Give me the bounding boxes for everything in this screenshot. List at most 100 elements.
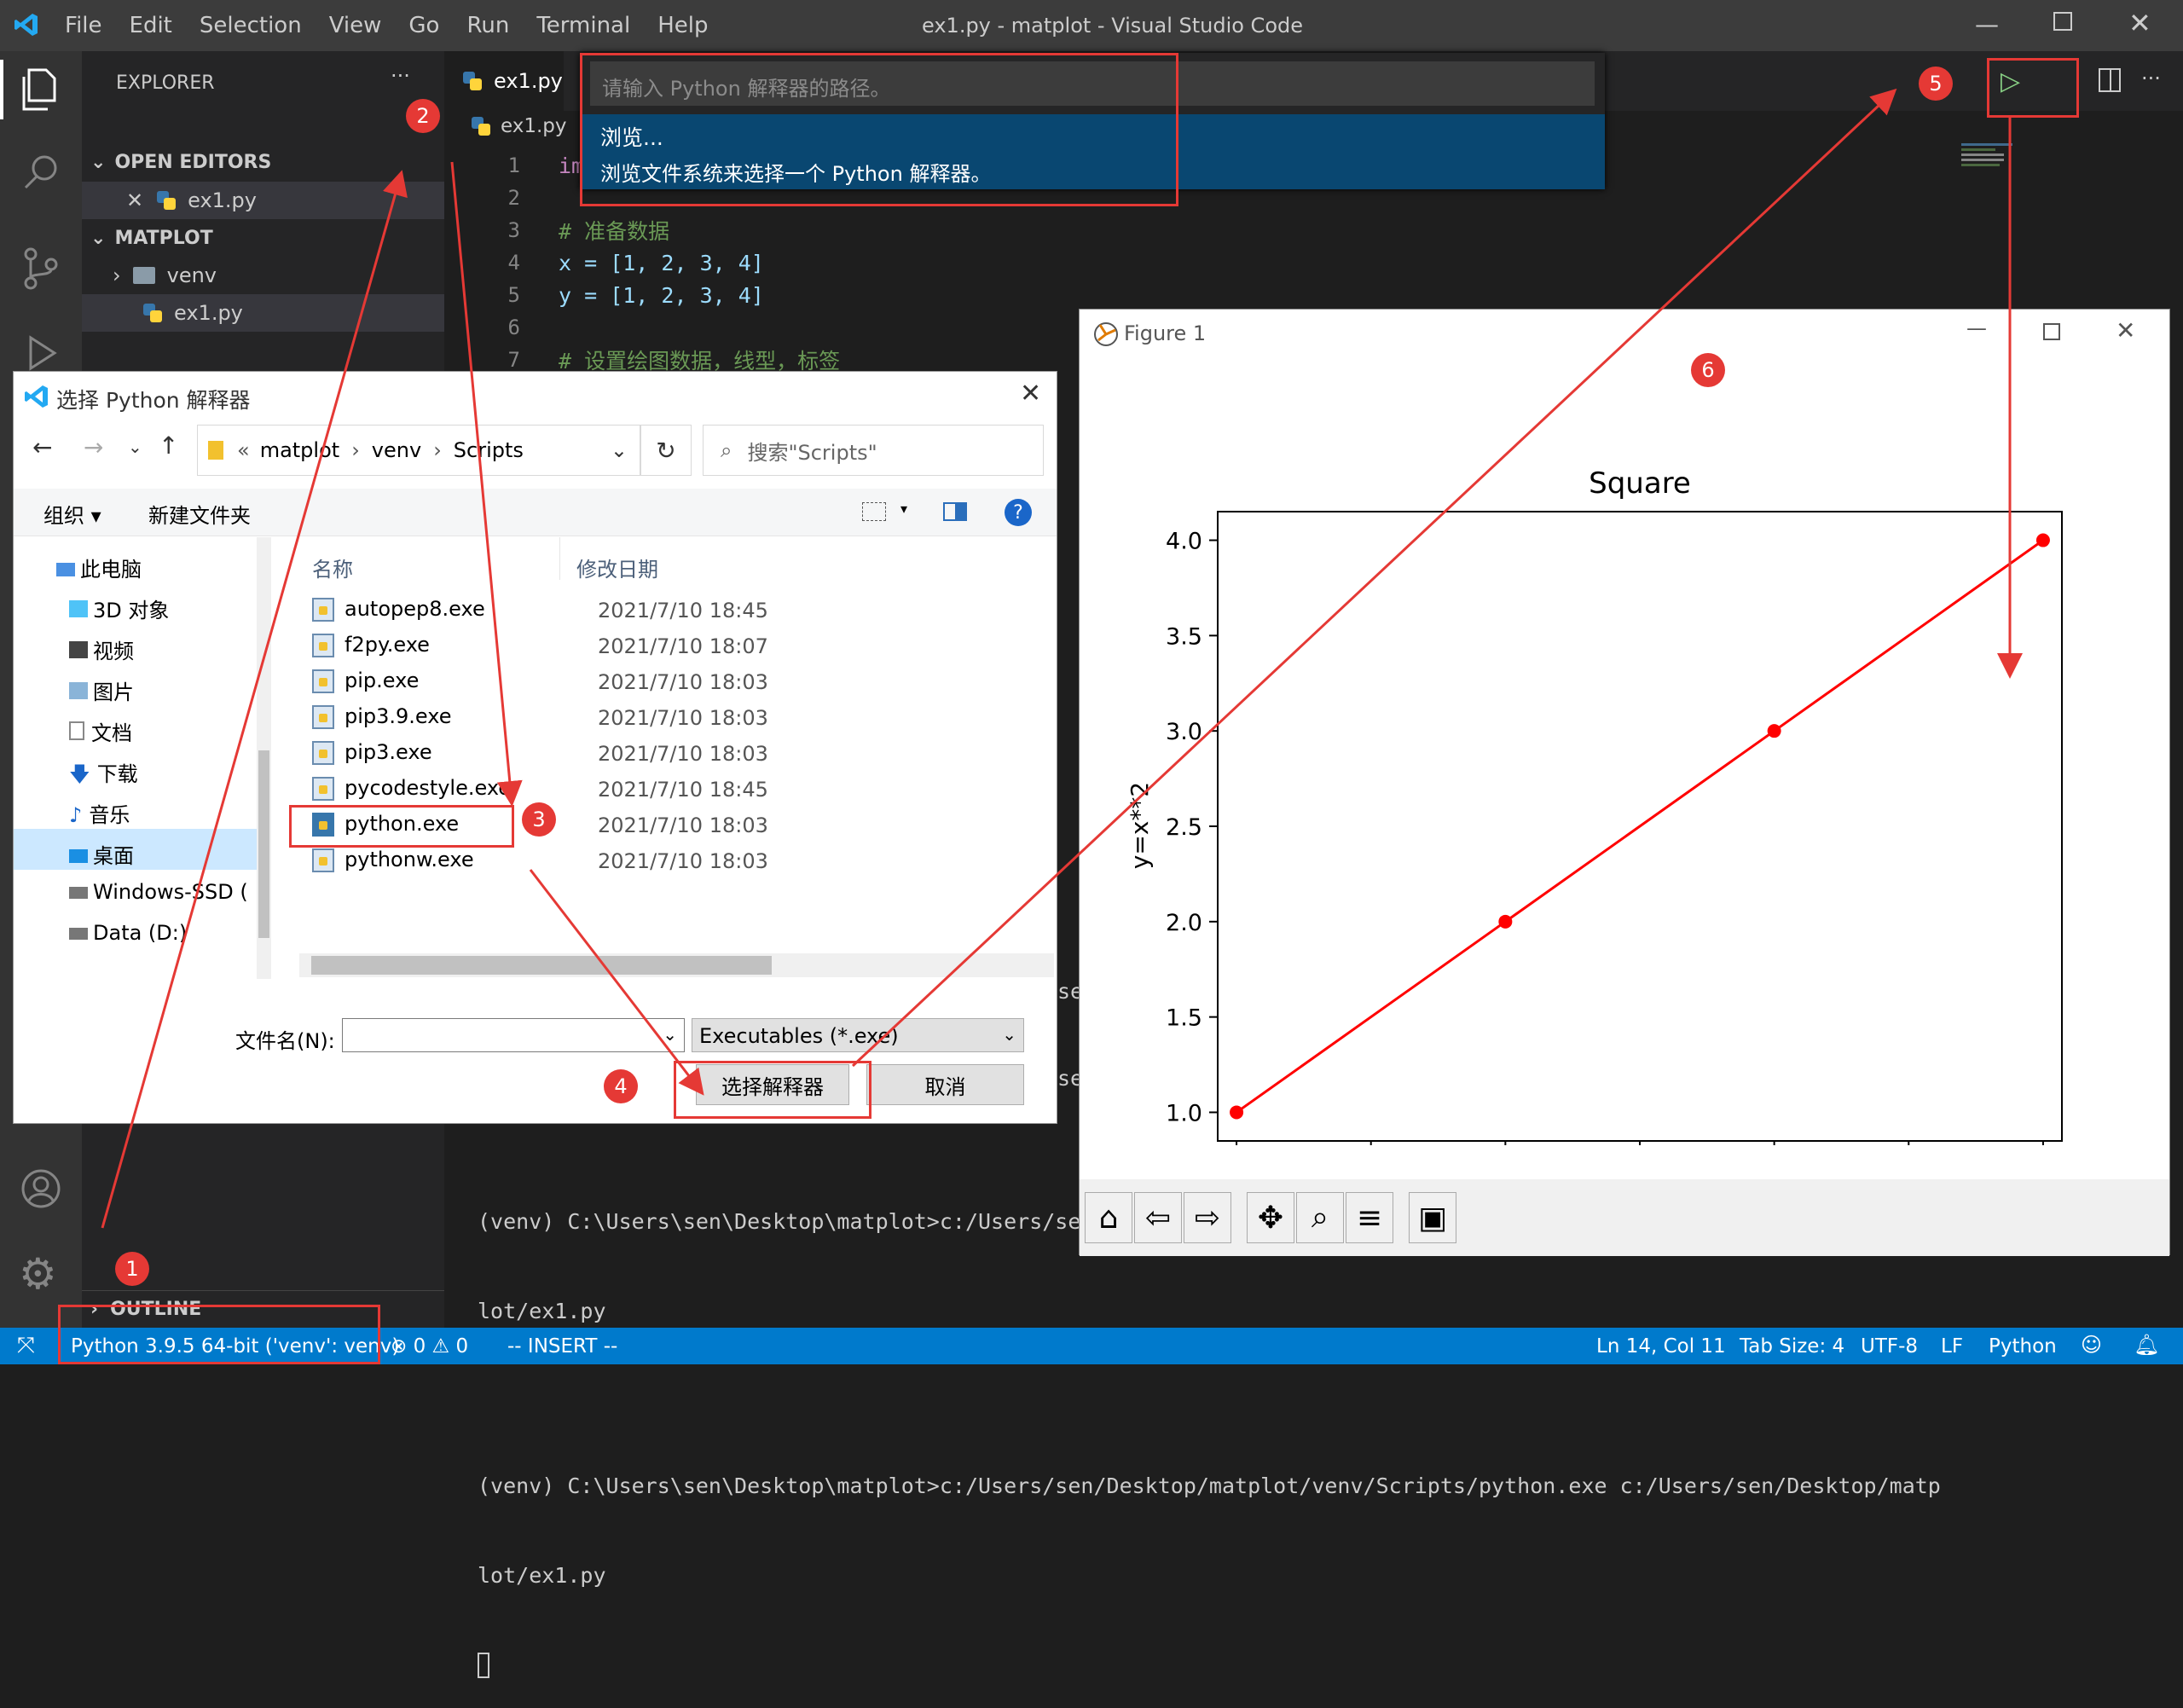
column-date-header[interactable]: 修改日期 [576,553,658,582]
home-icon[interactable]: ⌂ [1085,1192,1132,1243]
search-scripts-input[interactable]: ⌕ 搜索"Scripts" [703,425,1044,476]
file-row[interactable]: pycodestyle.exe 2021/7/10 18:45 [312,771,1054,807]
close-editor-icon[interactable]: ✕ [126,188,143,212]
menu-run[interactable]: Run [466,13,509,38]
open-editor-item[interactable]: ✕ ex1.py [82,182,444,219]
split-editor-icon[interactable] [2099,68,2121,92]
preview-pane-icon[interactable] [943,502,967,521]
path-prefix: « [237,438,250,462]
organize-button[interactable]: 组织 ▾ [43,499,101,529]
nav-documents[interactable]: 文档 [69,716,132,746]
nav-scrollbar[interactable] [257,537,271,979]
nav-3d-objects[interactable]: 3D 对象 [69,593,169,623]
path-segment[interactable]: venv [372,438,421,462]
figure-minimize-icon[interactable]: — [1966,316,1987,340]
annotation-box-status [58,1305,380,1364]
account-icon[interactable] [20,1168,61,1209]
chevron-down-icon[interactable]: ⌄ [611,438,628,462]
file-row[interactable]: pip.exe 2021/7/10 18:03 [312,663,1054,699]
nav-music[interactable]: ♪ 音乐 [69,798,130,828]
address-bar[interactable]: « matplot › venv › Scripts ⌄ [197,425,640,476]
menu-selection[interactable]: Selection [200,13,302,38]
file-row[interactable]: pip3.9.exe 2021/7/10 18:03 [312,699,1054,735]
nav-windows-ssd[interactable]: Windows-SSD ( [69,880,248,904]
filename-input[interactable]: ⌄ [342,1018,685,1052]
restore-icon[interactable] [2053,12,2072,31]
notifications-bell-icon[interactable]: 🔔︎ [2134,1333,2159,1357]
path-segment[interactable]: matplot [260,438,340,462]
menu-edit[interactable]: Edit [130,13,172,38]
minimize-icon[interactable]: — [1975,10,1999,38]
cursor-position[interactable]: Ln 14, Col 11 [1596,1335,1726,1358]
terminal-blank [478,1386,1944,1411]
chevron-down-icon[interactable]: ⌄ [663,1024,677,1045]
nav-pictures[interactable]: 图片 [69,675,134,705]
refresh-icon[interactable]: ↻ [640,425,692,476]
encoding[interactable]: UTF-8 [1861,1335,1918,1358]
minimap[interactable] [1961,141,2030,192]
nav-downloads[interactable]: 🡇 下载 [69,757,138,795]
help-icon[interactable]: ? [1005,499,1032,526]
back-arrow-icon[interactable]: ⇦ [1134,1192,1182,1243]
nav-this-pc[interactable]: 此电脑 [56,553,142,582]
figure-close-icon[interactable]: ✕ [2116,316,2135,344]
nav-desktop-selected[interactable]: 桌面 [14,829,261,870]
path-segment[interactable]: Scripts [454,438,524,462]
menu-view[interactable]: View [329,13,382,38]
run-debug-icon[interactable] [22,334,60,373]
end-of-line[interactable]: LF [1941,1335,1963,1358]
forward-arrow-icon[interactable]: ⇨ [1184,1192,1231,1243]
problems-status[interactable]: ⊗ 0 ⚠ 0 [391,1335,468,1358]
y-axis-label: y=x**2 [1126,782,1154,869]
nav-data-drive[interactable]: Data (D:) [69,921,187,945]
open-editors-section[interactable]: ⌄ OPEN EDITORS [82,143,444,181]
file-name: pycodestyle.exe [345,776,512,800]
dialog-close-icon[interactable]: ✕ [1020,379,1041,408]
zoom-icon[interactable]: ⌕ [1296,1192,1344,1243]
y-tick-label: 2.5 [1166,814,1202,841]
search-icon[interactable] [22,153,60,191]
figure-maximize-icon[interactable] [2043,323,2060,340]
up-icon[interactable]: ↑ [159,431,178,460]
settings-gear-icon[interactable]: ⚙ [19,1249,57,1299]
source-control-icon[interactable] [22,247,60,290]
forward-icon[interactable]: → [84,433,103,461]
new-folder-button[interactable]: 新建文件夹 [148,499,251,529]
recent-dropdown-icon[interactable]: ⌄ [128,437,142,457]
configure-subplots-icon[interactable]: ≡ [1346,1192,1393,1243]
file-row[interactable]: pip3.exe 2021/7/10 18:03 [312,735,1054,771]
close-icon[interactable]: ✕ [2128,7,2151,39]
file-type-select[interactable]: Executables (*.exe) ⌄ [692,1018,1024,1052]
tab-ex1[interactable]: ex1.py [444,51,564,111]
figure-window: Figure 1 — ✕ Square 1.0 1.5 2.0 2.5 3.0 3.5 4.… [1079,309,2170,1256]
back-icon[interactable]: ← [32,433,52,461]
tab-size[interactable]: Tab Size: 4 [1740,1335,1844,1358]
feedback-icon[interactable]: ☺ [2081,1333,2102,1357]
menu-help[interactable]: Help [657,13,708,38]
file-row[interactable]: pythonw.exe 2021/7/10 18:03 [312,842,1054,878]
filename-label: 文件名(N): [235,1029,335,1053]
tree-item-ex1[interactable]: ex1.py [82,294,444,332]
explorer-icon[interactable] [20,68,60,111]
folder-section[interactable]: ⌄ MATPLOT [82,219,444,257]
horizontal-scrollbar[interactable] [299,953,1054,977]
menu-file[interactable]: File [65,13,102,38]
cancel-button[interactable]: 取消 [866,1064,1024,1105]
file-row[interactable]: autopep8.exe 2021/7/10 18:45 [312,592,1054,628]
view-dropdown-icon[interactable]: ▾ [900,501,907,517]
language-mode[interactable]: Python [1989,1335,2057,1358]
tree-item-venv[interactable]: › venv [82,257,444,294]
file-row[interactable]: f2py.exe 2021/7/10 18:07 [312,628,1054,663]
column-name-header[interactable]: 名称 [312,553,353,582]
view-options-icon[interactable] [862,502,886,521]
nav-videos[interactable]: 视频 [69,634,134,664]
downloads-icon: 🡇 [69,762,90,786]
remote-icon[interactable]: ⤧ [17,1333,35,1359]
pan-icon[interactable]: ✥ [1247,1192,1294,1243]
editor-more-icon[interactable]: ··· [2141,67,2161,90]
menu-go[interactable]: Go [408,13,439,38]
menu-terminal[interactable]: Terminal [536,13,630,38]
save-icon[interactable]: ▣ [1409,1192,1456,1243]
more-actions-icon[interactable]: ··· [391,64,410,88]
breadcrumb[interactable]: ex1.py [470,115,567,137]
